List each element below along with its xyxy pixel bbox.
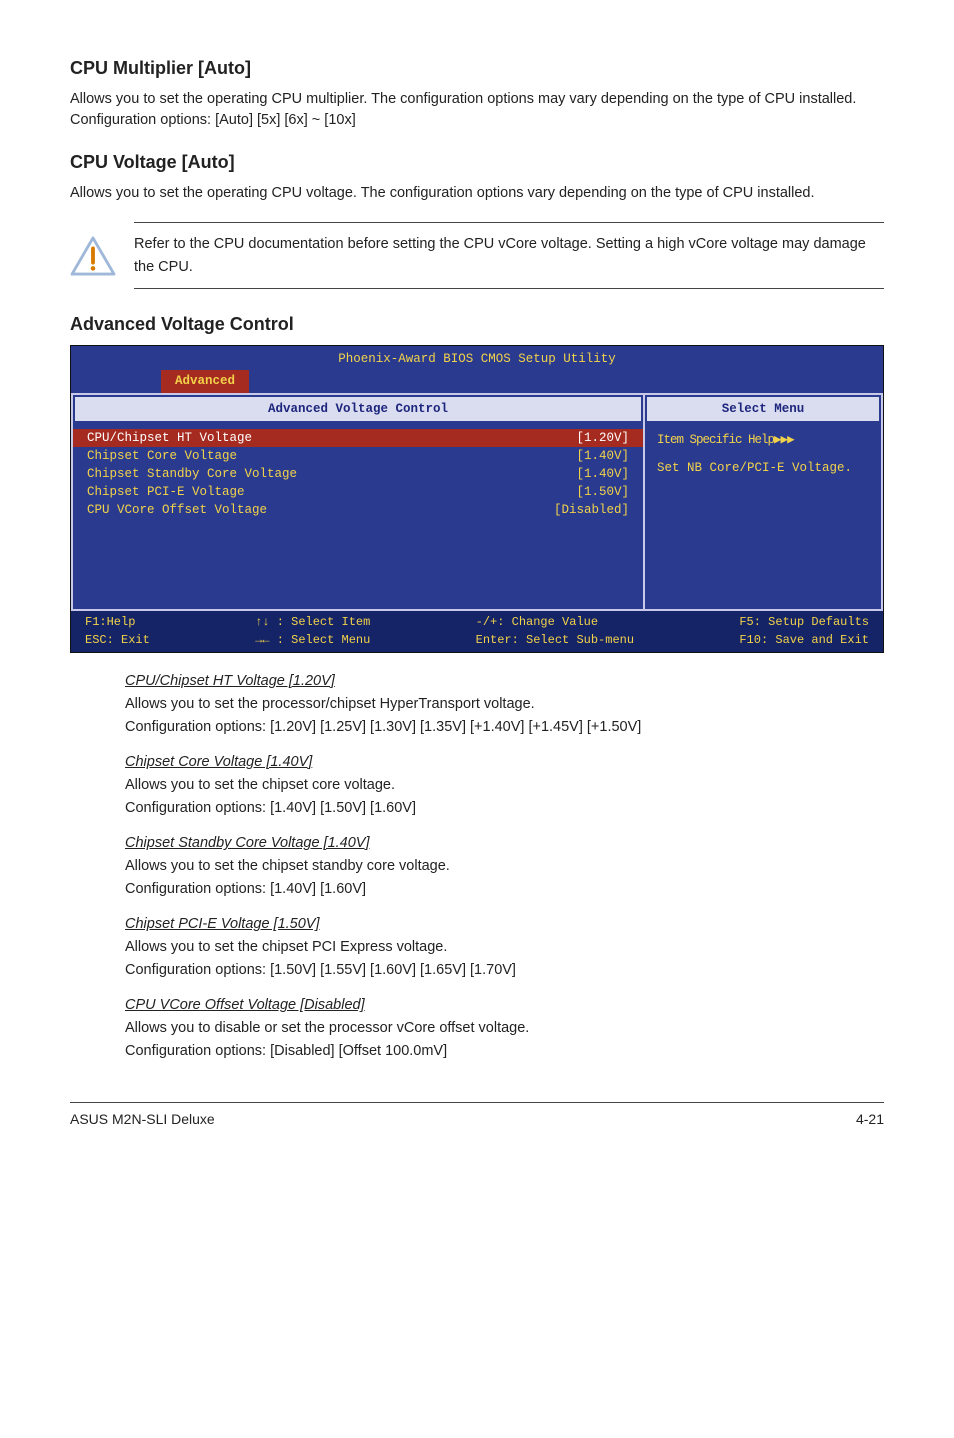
bios-field-row[interactable]: Chipset PCI-E Voltage [1.50V] (87, 483, 629, 501)
bios-help-line2: Set NB Core/PCI-E Voltage. (657, 459, 869, 477)
subitem-desc: Allows you to set the chipset PCI Expres… (125, 937, 884, 958)
subitem-desc: Allows you to set the chipset standby co… (125, 856, 884, 877)
subitem-config: Configuration options: [Disabled] [Offse… (125, 1041, 884, 1062)
bios-window: Phoenix-Award BIOS CMOS Setup Utility Ad… (70, 345, 884, 653)
subitem: CPU VCore Offset Voltage [Disabled] Allow… (125, 995, 884, 1062)
subitem-config: Configuration options: [1.40V] [1.60V] (125, 879, 884, 900)
bios-field-row[interactable]: CPU/Chipset HT Voltage [1.20V] (73, 429, 643, 447)
footer-esc: ESC: Exit (85, 633, 150, 647)
subitem-title: CPU VCore Offset Voltage [Disabled] (125, 997, 365, 1013)
footer-change-value: -/+: Change Value (476, 615, 598, 629)
footer-select-item: ↑↓ : Select Item (255, 615, 370, 629)
bios-left-panel: Advanced Voltage Control CPU/Chipset HT … (71, 395, 643, 612)
bios-field-value: [1.40V] (576, 465, 629, 483)
footer-f10: F10: Save and Exit (739, 633, 869, 647)
warning-icon (70, 236, 116, 276)
bios-field-value: [Disabled] (554, 501, 629, 519)
body-cpu-voltage: Allows you to set the operating CPU volt… (70, 183, 884, 204)
subitem: CPU/Chipset HT Voltage [1.20V] Allows you… (125, 671, 884, 738)
bios-left-header: Advanced Voltage Control (75, 397, 641, 421)
page-footer: ASUS M2N-SLI Deluxe 4-21 (70, 1102, 884, 1129)
bios-field-label: Chipset Standby Core Voltage (87, 465, 327, 483)
subitem-desc: Allows you to set the chipset core volta… (125, 775, 884, 796)
subitem-config: Configuration options: [1.20V] [1.25V] [… (125, 717, 884, 738)
bios-tab-row: Advanced (71, 370, 883, 392)
heading-advanced-voltage: Advanced Voltage Control (70, 311, 884, 337)
bios-title: Phoenix-Award BIOS CMOS Setup Utility (71, 346, 883, 370)
section-cpu-multiplier: CPU Multiplier [Auto] Allows you to set … (70, 55, 884, 131)
footer-select-sub: Enter: Select Sub-menu (476, 633, 634, 647)
footer-f1: F1:Help (85, 615, 135, 629)
bios-tab-advanced[interactable]: Advanced (161, 370, 249, 392)
bios-field-label: CPU/Chipset HT Voltage (87, 429, 327, 447)
subitem-title: Chipset Standby Core Voltage [1.40V] (125, 835, 370, 851)
heading-cpu-voltage: CPU Voltage [Auto] (70, 149, 884, 175)
footer-page-number: 4-21 (856, 1109, 884, 1129)
bios-right-header: Select Menu (647, 397, 879, 421)
bios-field-label: Chipset Core Voltage (87, 447, 327, 465)
footer-select-menu: →← : Select Menu (255, 633, 370, 647)
bios-field-label: CPU VCore Offset Voltage (87, 501, 327, 519)
subitem: Chipset Core Voltage [1.40V] Allows you t… (125, 752, 884, 819)
bios-right-panel: Select Menu Item Specific Help▶▶▶ Set NB… (643, 395, 883, 612)
subitem: Chipset PCI-E Voltage [1.50V] Allows you … (125, 914, 884, 981)
note-text: Refer to the CPU documentation before se… (134, 222, 884, 289)
section-cpu-voltage: CPU Voltage [Auto] Allows you to set the… (70, 149, 884, 204)
body-cpu-multiplier: Allows you to set the operating CPU mult… (70, 89, 884, 131)
bios-field-row[interactable]: Chipset Core Voltage [1.40V] (87, 447, 629, 465)
bios-footer: F1:Help ESC: Exit ↑↓ : Select Item →← : … (71, 611, 883, 652)
subitem: Chipset Standby Core Voltage [1.40V] Allo… (125, 833, 884, 900)
footer-product: ASUS M2N-SLI Deluxe (70, 1109, 215, 1129)
bios-field-row[interactable]: Chipset Standby Core Voltage [1.40V] (87, 465, 629, 483)
bios-field-value: [1.40V] (576, 447, 629, 465)
footer-f5: F5: Setup Defaults (739, 615, 869, 629)
bios-help-line1: Item Specific Help▶▶▶ (657, 431, 869, 449)
bios-field-value: [1.50V] (576, 483, 629, 501)
note-box: Refer to the CPU documentation before se… (70, 222, 884, 289)
subitem-desc: Allows you to disable or set the process… (125, 1018, 884, 1039)
subitem-config: Configuration options: [1.50V] [1.55V] [… (125, 960, 884, 981)
bios-field-value: [1.20V] (576, 429, 629, 447)
subitem-config: Configuration options: [1.40V] [1.50V] [… (125, 798, 884, 819)
subitem-desc: Allows you to set the processor/chipset … (125, 694, 884, 715)
subitem-title: CPU/Chipset HT Voltage [1.20V] (125, 673, 335, 689)
bios-field-row[interactable]: CPU VCore Offset Voltage [Disabled] (87, 501, 629, 519)
subitem-title: Chipset Core Voltage [1.40V] (125, 754, 312, 770)
bios-field-label: Chipset PCI-E Voltage (87, 483, 327, 501)
heading-cpu-multiplier: CPU Multiplier [Auto] (70, 55, 884, 81)
subitem-title: Chipset PCI-E Voltage [1.50V] (125, 916, 320, 932)
